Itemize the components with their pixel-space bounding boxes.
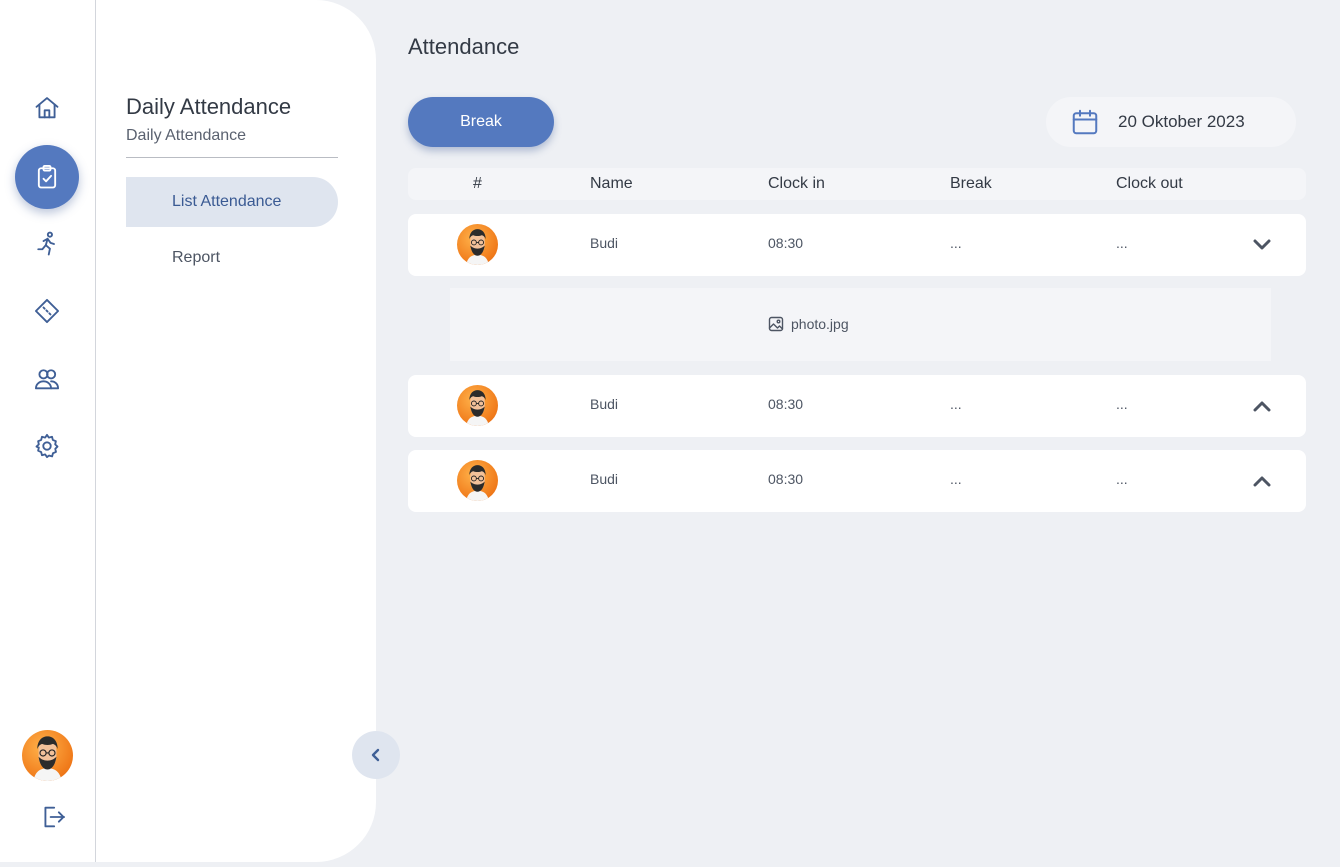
table-header: # Name Clock in Break Clock out [408, 168, 1306, 200]
avatar [457, 385, 498, 426]
page-title: Attendance [408, 34, 520, 59]
avatar-face-icon [33, 736, 62, 781]
column-header-clock-in: Clock in [768, 175, 825, 192]
cell-clock-out: ... [1116, 396, 1128, 412]
avatar-face-icon [466, 390, 489, 426]
cell-break: ... [950, 471, 962, 487]
chevron-up-icon[interactable] [1252, 397, 1272, 415]
avatar-face-icon [466, 465, 489, 501]
chevron-left-icon [371, 748, 380, 762]
ticket-icon [34, 298, 60, 324]
attachment-link[interactable]: photo.jpg [768, 316, 849, 332]
calendar-icon [1072, 109, 1098, 135]
sidebar-item-list-attendance[interactable]: List Attendance [126, 177, 338, 227]
cell-clock-out: ... [1116, 235, 1128, 251]
avatar-face-icon [466, 229, 489, 265]
clipboard-check-icon [37, 164, 57, 189]
cell-clock-out: ... [1116, 471, 1128, 487]
date-picker[interactable]: 20 Oktober 2023 [1046, 97, 1296, 147]
table-row[interactable]: Budi 08:30 ... ... [408, 450, 1306, 512]
nav-activity[interactable] [22, 219, 72, 269]
collapse-sidebar-button[interactable] [352, 731, 400, 779]
cell-clock-in: 08:30 [768, 235, 804, 251]
cell-clock-in: 08:30 [768, 471, 804, 487]
column-header-name: Name [590, 175, 633, 192]
running-person-icon [37, 231, 55, 256]
gear-icon [35, 433, 59, 459]
logout-button[interactable] [28, 792, 78, 842]
column-header-break: Break [950, 175, 992, 192]
logout-icon [44, 806, 66, 828]
avatar [457, 224, 498, 265]
table-row[interactable]: Budi 08:30 ... ... [408, 214, 1306, 276]
divider [126, 157, 338, 158]
sidebar-subtitle: Daily Attendance [126, 127, 247, 144]
cell-name: Budi [590, 235, 619, 251]
image-icon [768, 316, 784, 332]
nav-tickets[interactable] [22, 286, 72, 336]
sidebar-item-report[interactable]: Report [126, 233, 338, 283]
cell-name: Budi [590, 471, 619, 487]
sidebar-title: Daily Attendance [126, 94, 292, 119]
secondary-sidebar: Daily Attendance Daily Attendance List A… [96, 0, 376, 862]
avatar [457, 460, 498, 501]
cell-name: Budi [590, 396, 619, 412]
nav-attendance[interactable] [15, 145, 79, 209]
cell-clock-in: 08:30 [768, 396, 804, 412]
column-header-clock-out: Clock out [1116, 175, 1183, 192]
sidebar-item-label: List Attendance [172, 193, 282, 210]
sidebar-item-label: Report [172, 249, 221, 266]
home-icon [35, 97, 59, 119]
chevron-up-icon[interactable] [1252, 472, 1272, 490]
cell-break: ... [950, 396, 962, 412]
break-button[interactable]: Break [408, 97, 554, 147]
date-value: 20 Oktober 2023 [1118, 112, 1245, 131]
column-header-number: # [473, 175, 482, 192]
nav-team[interactable] [22, 354, 72, 404]
cell-break: ... [950, 235, 962, 251]
user-avatar[interactable] [22, 730, 73, 781]
nav-settings[interactable] [22, 421, 72, 471]
users-icon [34, 369, 60, 390]
chevron-down-icon[interactable] [1252, 236, 1272, 254]
attachment-filename: photo.jpg [791, 316, 849, 332]
nav-home[interactable] [22, 83, 72, 133]
row-detail: photo.jpg [450, 288, 1271, 361]
table-row[interactable]: Budi 08:30 ... ... [408, 375, 1306, 437]
icon-rail [0, 0, 96, 862]
